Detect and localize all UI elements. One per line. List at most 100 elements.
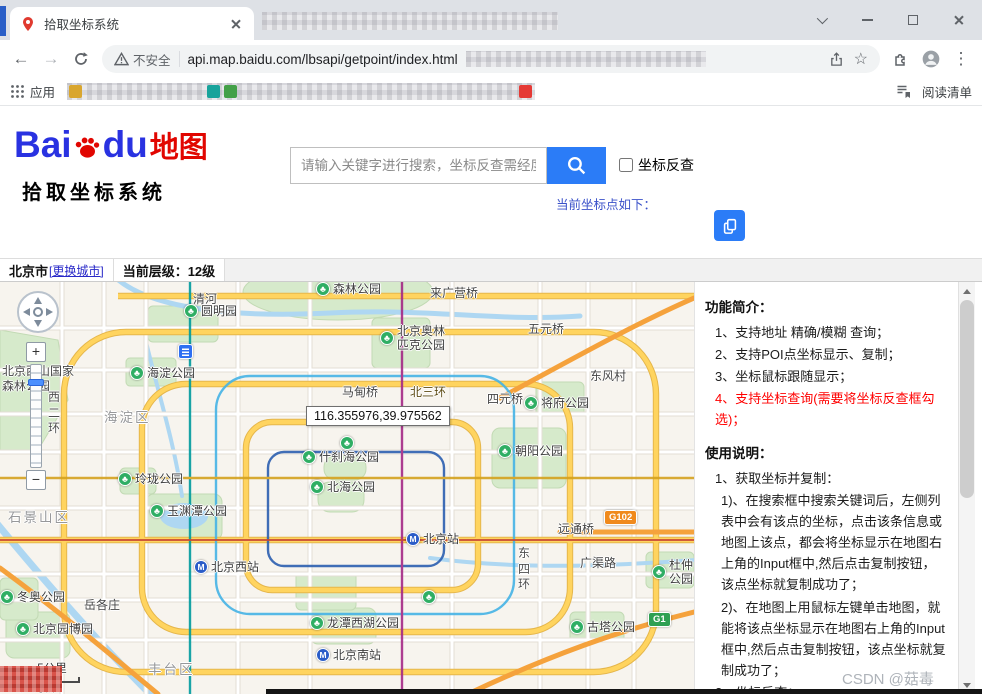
- censored-favicon: [69, 85, 83, 98]
- watermark: CSDN @菇毒: [842, 671, 934, 688]
- park-poi[interactable]: ♣ 森林公园: [316, 282, 381, 297]
- intro-item: 3、坐标鼠标跟随显示；: [715, 369, 853, 385]
- censored-favicon: [224, 85, 238, 98]
- window-close-button[interactable]: [936, 0, 982, 40]
- reverse-lookup-checkbox[interactable]: [619, 158, 633, 172]
- profile-avatar[interactable]: [916, 44, 946, 74]
- panel-scrollbar[interactable]: [958, 282, 975, 694]
- park-icon: ♣: [422, 590, 436, 604]
- map-label: 广渠路: [580, 556, 617, 570]
- back-button[interactable]: ←: [6, 44, 36, 74]
- browser-tab[interactable]: 拾取坐标系统: [10, 7, 254, 40]
- censored-region: [262, 12, 558, 30]
- park-poi[interactable]: ♣ 北海公园: [310, 480, 375, 495]
- park-label: 玲珑公园: [135, 472, 184, 486]
- tab-close-icon[interactable]: [228, 16, 244, 32]
- usage-list: 1、获取坐标并复制： 1)、在搜索框中搜索关键词后，左侧列表中会有该点的坐标，点击…: [705, 468, 948, 694]
- metro-icon: M: [194, 560, 208, 575]
- reading-list-label: 阅读清单: [921, 86, 972, 100]
- park-poi[interactable]: ♣ 北京奥林 匹克公园: [380, 324, 445, 353]
- bookmark-star-icon[interactable]: ☆: [854, 49, 868, 69]
- zoom-out-button[interactable]: −: [26, 470, 46, 490]
- censored-bookmarks: [67, 83, 536, 100]
- road-label-vertical: 西 二 环: [48, 390, 61, 436]
- park-icon: ♣: [0, 590, 14, 605]
- baidu-map-logo: Bai du 地图: [14, 126, 208, 163]
- address-bar[interactable]: 不安全 api.map.baidu.com/lbsapi/getpoint/in…: [102, 45, 880, 73]
- road-label-vertical: 东 四 环: [518, 546, 531, 592]
- window-minimize-button[interactable]: [844, 0, 890, 40]
- copy-coordinates-button[interactable]: [714, 210, 745, 241]
- road-badge: G102: [604, 510, 638, 526]
- zoom-slider-handle[interactable]: [28, 379, 44, 386]
- reading-list-button[interactable]: 阅读清单: [896, 82, 972, 101]
- park-icon: ♣: [118, 472, 132, 487]
- park-icon: ♣: [184, 304, 198, 319]
- bookmarks-bar: 应用 阅读清单: [0, 78, 982, 106]
- park-poi[interactable]: ♣ 北京园博园: [16, 622, 93, 637]
- park-poi[interactable]: ♣ 杜仲公园: [652, 558, 694, 587]
- city-selector[interactable]: 北京市 [更换城市]: [0, 259, 114, 281]
- park-icon: ♣: [302, 450, 316, 465]
- reverse-lookup-option[interactable]: 坐标反查: [619, 155, 694, 175]
- window-menu-button[interactable]: [798, 0, 844, 40]
- park-poi[interactable]: ♣ 冬奥公园: [0, 590, 65, 605]
- park-poi[interactable]: ♣ 龙潭西湖公园: [310, 616, 399, 631]
- reload-button[interactable]: [66, 44, 96, 74]
- search-icon: [567, 156, 586, 175]
- usage-item: 1)、在搜索框中搜索关键词后，左侧列表中会有该点的坐标，点击该条信息或地图上该点…: [721, 493, 943, 593]
- zoom-level-text: 当前层级：12级: [122, 263, 216, 279]
- window-controls: [798, 0, 982, 40]
- map-status-bar: 北京市 [更换城市] 当前层级：12级: [0, 258, 982, 282]
- metro-icon: M: [406, 532, 420, 547]
- park-poi[interactable]: ♣ 圆明园: [184, 304, 237, 319]
- search-button[interactable]: [547, 147, 606, 184]
- park-poi[interactable]: ♣ 将府公园: [524, 396, 589, 411]
- park-poi[interactable]: ♣ 什刹海公园: [302, 450, 379, 465]
- censored-favicon: [207, 85, 221, 98]
- scroll-up-button[interactable]: [959, 283, 975, 299]
- zoom-control: + −: [26, 342, 46, 490]
- park-icon: ♣: [316, 282, 330, 297]
- logo-text-bai: Bai: [14, 124, 72, 165]
- intro-item: 4、支持坐标查询(需要将坐标反查框勾选)；: [715, 391, 935, 428]
- search-input[interactable]: [290, 147, 547, 184]
- extensions-puzzle-icon[interactable]: [886, 44, 916, 74]
- maximize-icon: [908, 15, 918, 25]
- url-text[interactable]: api.map.baidu.com/lbsapi/getpoint/index.…: [188, 52, 458, 67]
- metro-station[interactable]: M 北京南站: [316, 648, 381, 663]
- forward-button[interactable]: →: [36, 44, 66, 74]
- map-viewport[interactable]: 清河 来广营桥 五元桥 马甸桥 北三环 四元桥 东风村 海淀区 石景山区 远通桥 广渠路 岳各庄 丰台区…: [0, 282, 694, 694]
- scrollbar-thumb[interactable]: [960, 300, 974, 498]
- apps-shortcut[interactable]: 应用: [30, 82, 55, 101]
- metro-station[interactable]: M 北京站: [406, 532, 460, 547]
- window-edge-accent: [0, 6, 6, 36]
- park-poi[interactable]: ♣ 玲珑公园: [118, 472, 184, 487]
- park-label: 杜仲公园: [669, 558, 694, 587]
- park-label: 朝阳公园: [515, 444, 564, 458]
- park-poi[interactable]: ♣ 海淀公园: [130, 366, 195, 381]
- map-overlay: 清河 来广营桥 五元桥 马甸桥 北三环 四元桥 东风村 海淀区 石景山区 远通桥 广渠路 岳各庄 丰台区…: [0, 282, 694, 694]
- share-icon[interactable]: [829, 51, 844, 67]
- arrow-down-icon: [963, 682, 971, 688]
- apps-grid-icon[interactable]: [10, 84, 25, 99]
- park-poi[interactable]: ♣ 古塔公园: [570, 620, 635, 635]
- security-label[interactable]: 不安全: [133, 50, 171, 69]
- usage-title: 使用说明：: [705, 446, 773, 462]
- window-maximize-button[interactable]: [890, 0, 936, 40]
- copy-icon: [723, 218, 736, 234]
- zoom-slider[interactable]: [28, 364, 44, 468]
- current-point-label: 当前坐标点如下：: [556, 198, 657, 212]
- station-label: 北京站: [423, 532, 460, 546]
- menu-kebab-icon[interactable]: ⋮: [946, 44, 976, 74]
- coordinate-tooltip: 116.355976,39.975562: [306, 406, 450, 426]
- reading-list-icon: [897, 85, 910, 98]
- park-poi[interactable]: ♣ 朝阳公园: [498, 444, 564, 459]
- building-poi-icon[interactable]: [178, 344, 193, 359]
- change-city-link[interactable]: [更换城市]: [49, 262, 104, 279]
- pan-control[interactable]: [16, 290, 60, 334]
- park-label: 玉渊潭公园: [167, 504, 228, 518]
- metro-station[interactable]: M 北京西站: [194, 560, 259, 575]
- zoom-in-button[interactable]: +: [26, 342, 46, 362]
- park-poi[interactable]: ♣ 玉渊潭公园: [150, 504, 228, 519]
